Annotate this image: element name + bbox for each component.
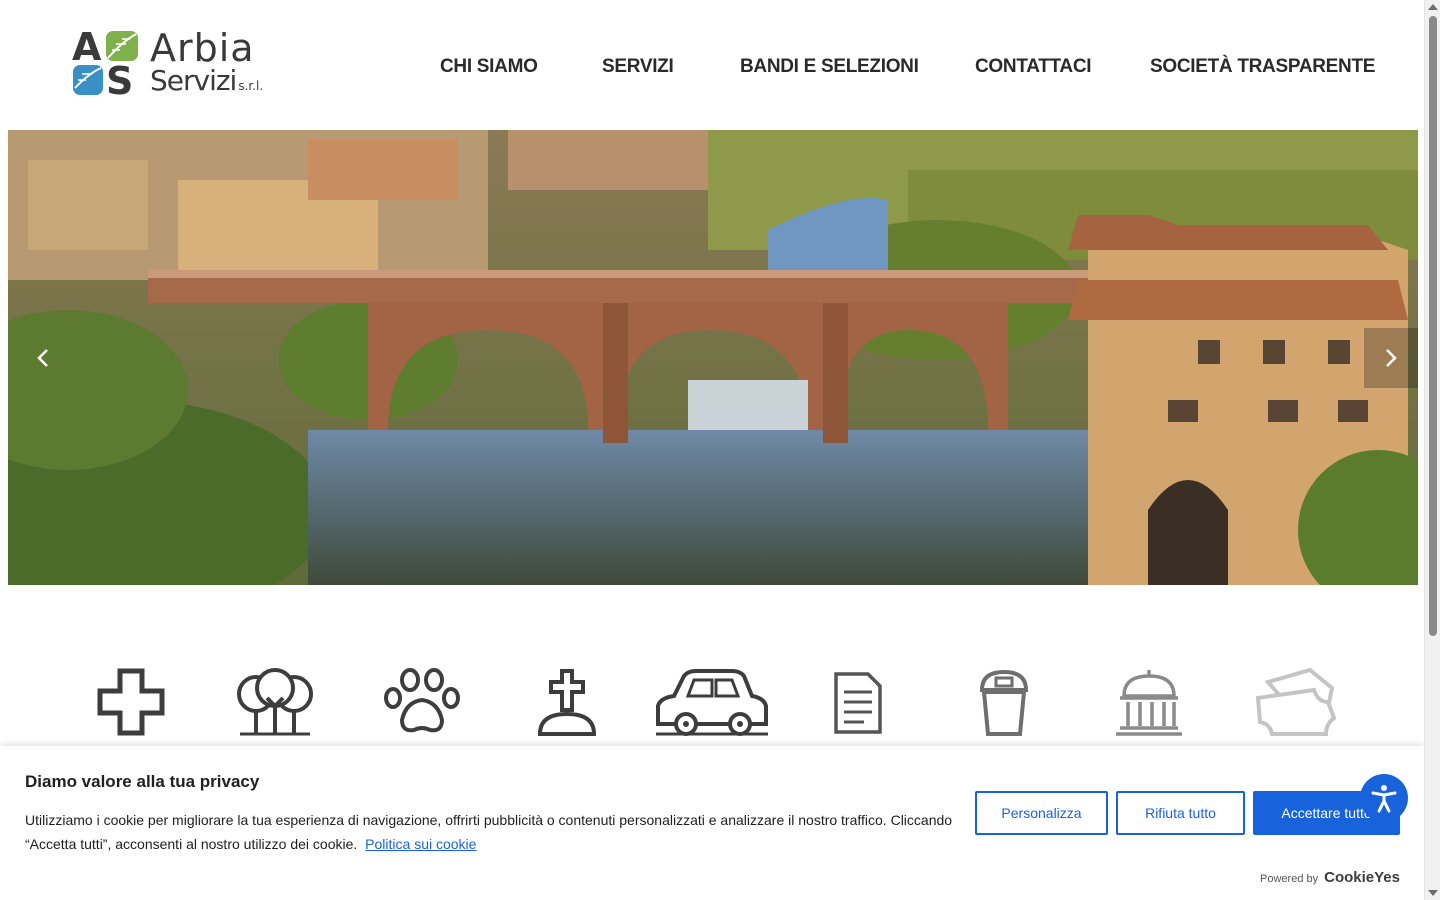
service-cemetery[interactable]	[536, 660, 598, 736]
nav-item-contattaci[interactable]: CONTATTACI	[975, 56, 1092, 78]
svg-text:A: A	[72, 28, 102, 69]
hero-slider[interactable]	[8, 130, 1418, 585]
document-icon	[834, 672, 882, 734]
nav-item-chi-siamo[interactable]: CHI SIAMO	[440, 56, 538, 78]
main-nav: CHI SIAMO SERVIZI BANDI E SELEZIONI CONT…	[440, 56, 1400, 84]
car-icon	[656, 669, 768, 736]
trees-icon	[237, 668, 313, 736]
service-animals[interactable]	[384, 660, 460, 736]
cookie-text: Utilizziamo i cookie per migliorare la t…	[25, 812, 953, 852]
accessibility-button[interactable]	[1360, 774, 1408, 822]
scroll-up-arrow[interactable]	[1428, 4, 1438, 10]
powered-by: Powered by CookieYes	[1260, 869, 1400, 886]
grave-cross-icon	[537, 669, 597, 736]
slider-prev-button[interactable]	[16, 328, 70, 388]
temple-icon	[1116, 670, 1182, 736]
services-icons	[0, 660, 1424, 740]
logo-name-line2: Servizi s.r.l.	[150, 64, 263, 97]
chevron-left-icon	[37, 349, 48, 367]
customize-button[interactable]: Personalizza	[975, 791, 1108, 835]
slider-next-button[interactable]	[1364, 328, 1418, 388]
nav-item-bandi[interactable]: BANDI E SELEZIONI	[740, 56, 919, 78]
hero-image	[8, 130, 1418, 585]
tickets-icon	[1255, 668, 1336, 736]
accessibility-icon	[1371, 785, 1397, 813]
cookie-banner: Diamo valore alla tua privacy Utilizziam…	[0, 746, 1424, 900]
page-scrollbar[interactable]	[1424, 0, 1440, 900]
trash-bin-icon	[979, 669, 1029, 736]
nav-item-servizi[interactable]: SERVIZI	[602, 56, 674, 78]
logo-name-suffix: s.r.l.	[238, 79, 264, 93]
logo-name-servizi: Servizi	[150, 64, 237, 97]
svg-text:S: S	[106, 59, 133, 98]
cookieyes-logo[interactable]: CookieYes	[1324, 869, 1400, 886]
scroll-thumb[interactable]	[1429, 16, 1437, 636]
paw-icon	[384, 668, 460, 733]
cookie-policy-link[interactable]: Politica sui cookie	[365, 836, 476, 852]
service-culture[interactable]	[1112, 660, 1186, 736]
cookie-description: Utilizziamo i cookie per migliorare la t…	[25, 808, 965, 856]
site-logo[interactable]: A S Arbia Servizi s.r.l.	[72, 26, 263, 98]
service-tickets[interactable]	[1254, 660, 1336, 736]
page: A S Arbia Servizi s.r.l. CHI SIAMO SERVIZ…	[0, 0, 1440, 900]
service-waste[interactable]	[976, 660, 1032, 736]
cookie-title: Diamo valore alla tua privacy	[25, 772, 260, 791]
service-pharmacy[interactable]	[96, 660, 166, 736]
scroll-down-arrow[interactable]	[1428, 890, 1438, 896]
service-documents[interactable]	[832, 660, 884, 736]
service-green[interactable]	[234, 660, 316, 736]
powered-label: Powered by	[1260, 873, 1319, 885]
cross-icon	[97, 668, 165, 736]
chevron-right-icon	[1386, 349, 1397, 367]
logo-mark-icon: A S	[72, 28, 138, 98]
service-parking[interactable]	[654, 660, 770, 736]
nav-item-societa-trasparente[interactable]: SOCIETÀ TRASPARENTE	[1150, 56, 1375, 78]
site-header: A S Arbia Servizi s.r.l. CHI SIAMO SERVIZ…	[0, 0, 1424, 130]
reject-all-button[interactable]: Rifiuta tutto	[1116, 791, 1245, 835]
